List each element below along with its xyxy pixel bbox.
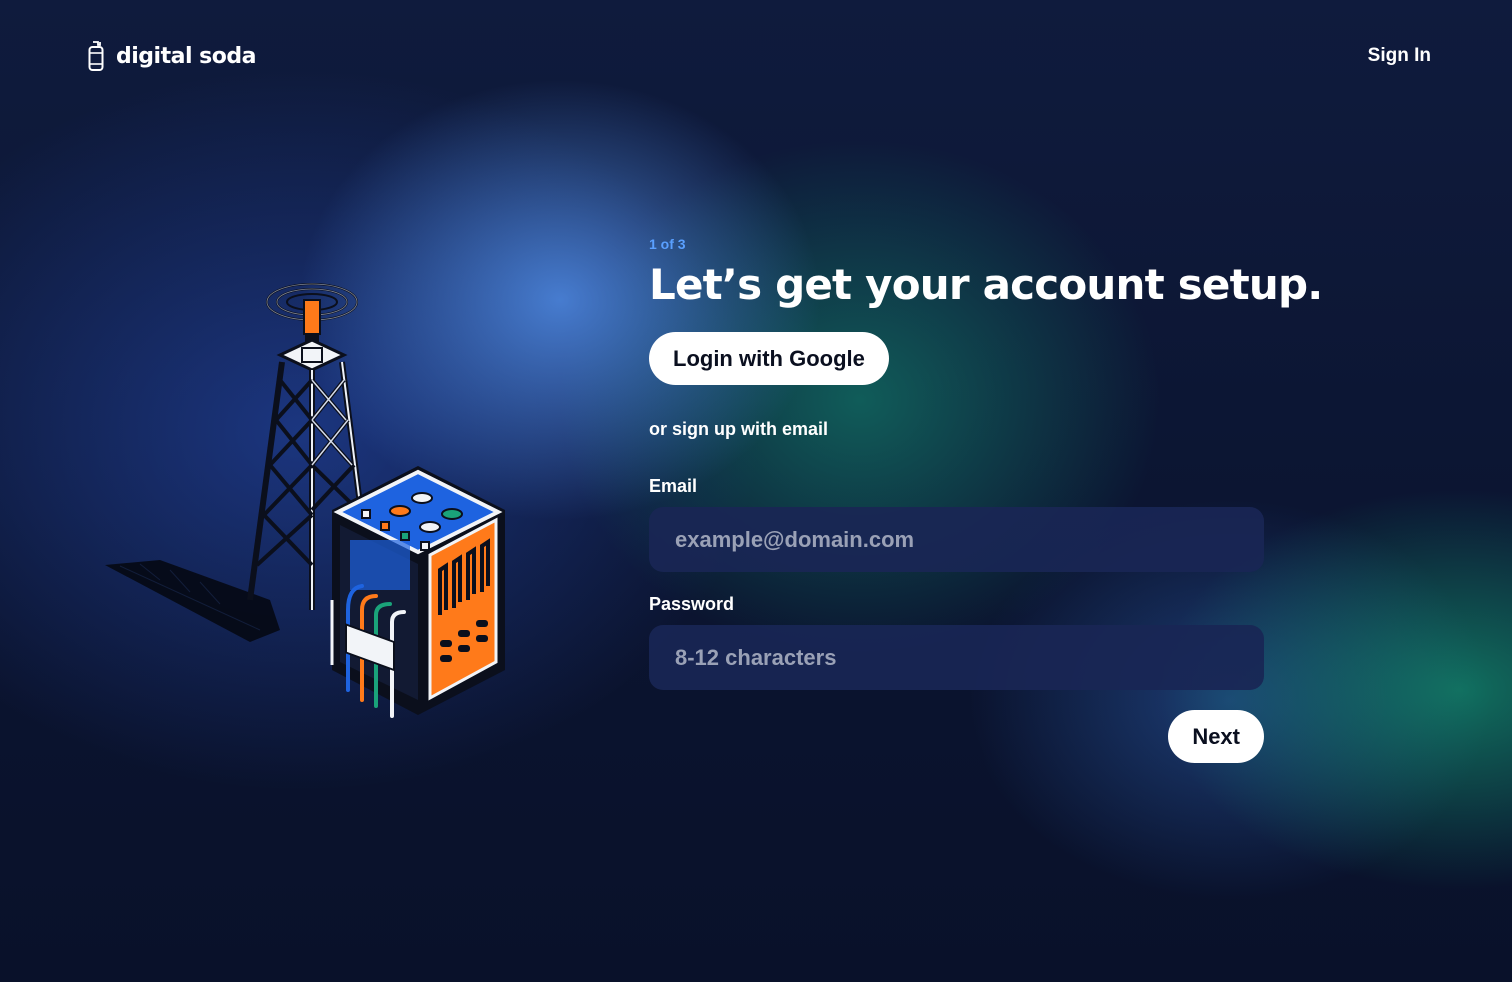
email-signup-divider-text: or sign up with email: [649, 419, 829, 440]
soda-bottle-icon: [88, 41, 104, 71]
brand-logo[interactable]: digital soda: [86, 40, 256, 72]
email-input[interactable]: [649, 507, 1264, 573]
next-button[interactable]: Next: [1168, 710, 1264, 764]
password-input[interactable]: [649, 625, 1264, 691]
step-indicator: 1 of 3: [649, 236, 686, 252]
password-label: Password: [649, 594, 735, 615]
signup-form: 1 of 3 Let’s get your account setup. Log…: [649, 236, 1323, 764]
top-header: digital soda Sign In: [0, 0, 1512, 112]
form-actions: Next: [649, 710, 1264, 764]
radio-tower-and-server-illustration: [100, 270, 520, 730]
email-label: Email: [649, 476, 698, 497]
brand-name: digital soda: [116, 43, 256, 69]
sign-in-link[interactable]: Sign In: [1368, 45, 1431, 67]
page-title: Let’s get your account setup.: [649, 260, 1323, 309]
login-with-google-button[interactable]: Login with Google: [649, 332, 889, 386]
